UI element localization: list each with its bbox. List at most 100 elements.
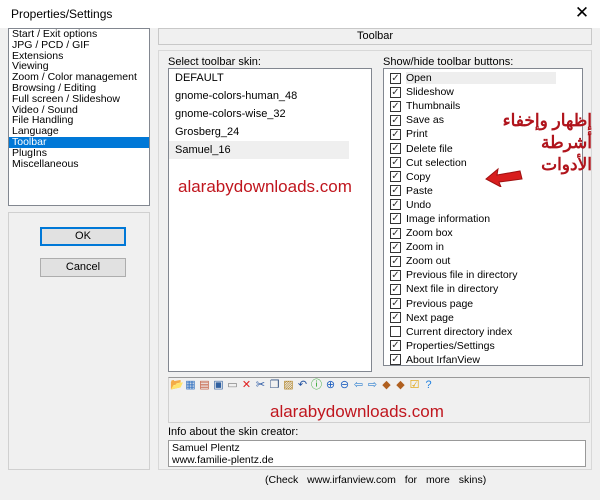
toolbar-button-item[interactable]: ✓ Previous file in directory <box>384 268 582 282</box>
category-list[interactable]: Start / Exit options JPG / PCD / GIF Exten… <box>8 28 150 206</box>
toolbar-button-label: Previous file in directory <box>406 269 518 282</box>
checkbox[interactable]: ✓ <box>390 157 401 169</box>
checkbox[interactable]: ✓ <box>390 199 401 211</box>
toolbar-button-label: Slideshow <box>406 86 454 99</box>
toolbar-button-item[interactable]: ✓ Zoom box <box>384 226 582 240</box>
toolbar-button-label: Next page <box>406 311 454 324</box>
previous-file-icon: ⇦ <box>353 379 364 391</box>
open-folder-icon: 📂 <box>170 379 184 391</box>
checkbox[interactable]: ✓ <box>390 86 401 98</box>
category-item[interactable]: JPG / PCD / GIF <box>9 39 149 51</box>
checkbox[interactable]: ✓ <box>390 241 401 253</box>
category-item[interactable]: Full screen / Slideshow <box>9 93 149 105</box>
watermark: alarabydownloads.com <box>270 402 444 421</box>
checkbox[interactable]: ✓ <box>390 255 401 267</box>
skin-item[interactable]: Samuel_16 <box>169 141 349 159</box>
toolbar-button-label: Save as <box>406 114 444 127</box>
checkbox[interactable]: ✓ <box>390 269 401 281</box>
skin-list[interactable]: DEFAULT gnome-colors-human_48 gnome-colors… <box>168 68 372 372</box>
toolbar-button-label: Zoom out <box>406 255 451 268</box>
annotation-line-1: إظهار وإخفاء <box>502 111 592 130</box>
toolbar-button-item[interactable]: ✓ Zoom out <box>384 254 582 268</box>
watermark: alarabydownloads.com <box>178 177 352 196</box>
toolbar-button-label: Undo <box>406 198 432 211</box>
checkbox[interactable]: ✓ <box>390 354 401 366</box>
skin-item[interactable]: gnome-colors-human_48 <box>169 87 371 105</box>
toolbar-button-label: Zoom in <box>406 241 444 254</box>
copy-icon: ❐ <box>269 379 280 391</box>
toolbar-button-item[interactable]: ✓ Previous page <box>384 297 582 311</box>
undo-icon: ↶ <box>297 379 308 391</box>
window-title: Properties/Settings <box>11 7 113 21</box>
toolbar-button-item[interactable]: ✓ Paste <box>384 184 582 198</box>
cancel-button[interactable]: Cancel <box>40 258 126 277</box>
paste-icon: ▨ <box>283 379 294 391</box>
toolbar-button-label: Delete file <box>406 142 453 155</box>
toolbar-button-label: Thumbnails <box>406 100 461 113</box>
previous-page-icon: ◆ <box>382 379 391 391</box>
checkbox[interactable] <box>390 326 401 338</box>
toolbar-button-item[interactable]: ✓ Zoom in <box>384 240 582 254</box>
skin-label: Select toolbar skin: <box>168 56 261 68</box>
toolbar-button-label: Open <box>406 72 556 85</box>
delete-icon: ✕ <box>241 379 252 391</box>
skin-item[interactable]: Grosberg_24 <box>169 123 371 141</box>
checkbox[interactable]: ✓ <box>390 72 401 84</box>
toolbar-button-label: Image information <box>406 212 491 225</box>
cut-icon: ✂ <box>255 379 266 391</box>
skin-creator-info: Samuel Plentz www.familie-plentz.de <box>168 440 586 467</box>
toolbar-button-item[interactable]: ✓ Slideshow <box>384 85 582 99</box>
checkbox[interactable]: ✓ <box>390 227 401 239</box>
checkbox[interactable]: ✓ <box>390 128 401 140</box>
checkbox[interactable]: ✓ <box>390 114 401 126</box>
checkbox[interactable]: ✓ <box>390 298 401 310</box>
creator-site: www.familie-plentz.de <box>172 454 274 466</box>
settings-check-icon: ☑ <box>409 379 420 391</box>
left-button-panel <box>8 212 150 470</box>
toolbar-button-label: About IrfanView <box>406 353 480 366</box>
checkbox[interactable]: ✓ <box>390 312 401 324</box>
toolbar-button-item[interactable]: ✓ About IrfanView <box>384 353 582 367</box>
check-more-skins: (Check www.irfanview.com for more skins) <box>265 474 487 486</box>
checkbox[interactable]: ✓ <box>390 171 401 183</box>
info-icon: ⓘ <box>311 379 322 391</box>
toolbar-button-label: Print <box>406 128 428 141</box>
save-icon: ▣ <box>213 379 224 391</box>
toolbar-button-item[interactable]: ✓ Open <box>384 71 582 85</box>
toolbar-button-item[interactable]: Current directory index <box>384 325 582 339</box>
red-arrow-icon <box>485 167 523 187</box>
toolbar-button-item[interactable]: ✓ Next page <box>384 311 582 325</box>
toolbar-button-label: Previous page <box>406 297 474 310</box>
help-icon: ? <box>425 379 432 391</box>
zoom-in-icon: ⊕ <box>325 379 336 391</box>
thumbnails-icon: ▤ <box>199 379 210 391</box>
category-item[interactable]: PlugIns <box>9 147 149 159</box>
toolbar-button-item[interactable]: ✓ Properties/Settings <box>384 339 582 353</box>
skin-item[interactable]: gnome-colors-wise_32 <box>169 105 371 123</box>
next-page-icon: ◆ <box>396 379 405 391</box>
toolbar-button-item[interactable]: ✓ Undo <box>384 198 582 212</box>
toolbar-button-item[interactable]: ✓ Next file in directory <box>384 282 582 296</box>
creator-name: Samuel Plentz <box>172 442 240 454</box>
panel-header: Toolbar <box>158 28 592 45</box>
checkbox[interactable]: ✓ <box>390 340 401 352</box>
skin-item[interactable]: DEFAULT <box>169 69 371 87</box>
toolbar-button-label: Current directory index <box>406 325 513 338</box>
info-label: Info about the skin creator: <box>168 426 299 438</box>
checkbox[interactable]: ✓ <box>390 213 401 225</box>
ok-button[interactable]: OK <box>40 227 126 246</box>
toolbar-button-label: Paste <box>406 184 433 197</box>
checkbox[interactable]: ✓ <box>390 185 401 197</box>
checkbox[interactable]: ✓ <box>390 143 401 155</box>
category-item[interactable]: Miscellaneous <box>9 158 149 170</box>
slideshow-icon: ▦ <box>185 379 196 391</box>
close-icon[interactable]: ✕ <box>572 3 592 23</box>
toolbar-preview-icons: 📂 ▦ ▤ ▣ ▭ ✕ ✂ ❐ ▨ ↶ ⓘ ⊕ ⊖ ⇦ ⇨ ◆ ◆ ☑? <box>170 379 435 392</box>
checkbox[interactable]: ✓ <box>390 283 401 295</box>
checkbox[interactable]: ✓ <box>390 100 401 112</box>
zoom-out-icon: ⊖ <box>339 379 350 391</box>
print-icon: ▭ <box>227 379 238 391</box>
toolbar-button-label: Next file in directory <box>406 283 499 296</box>
toolbar-button-item[interactable]: ✓ Image information <box>384 212 582 226</box>
toolbar-button-label: Zoom box <box>406 227 453 240</box>
